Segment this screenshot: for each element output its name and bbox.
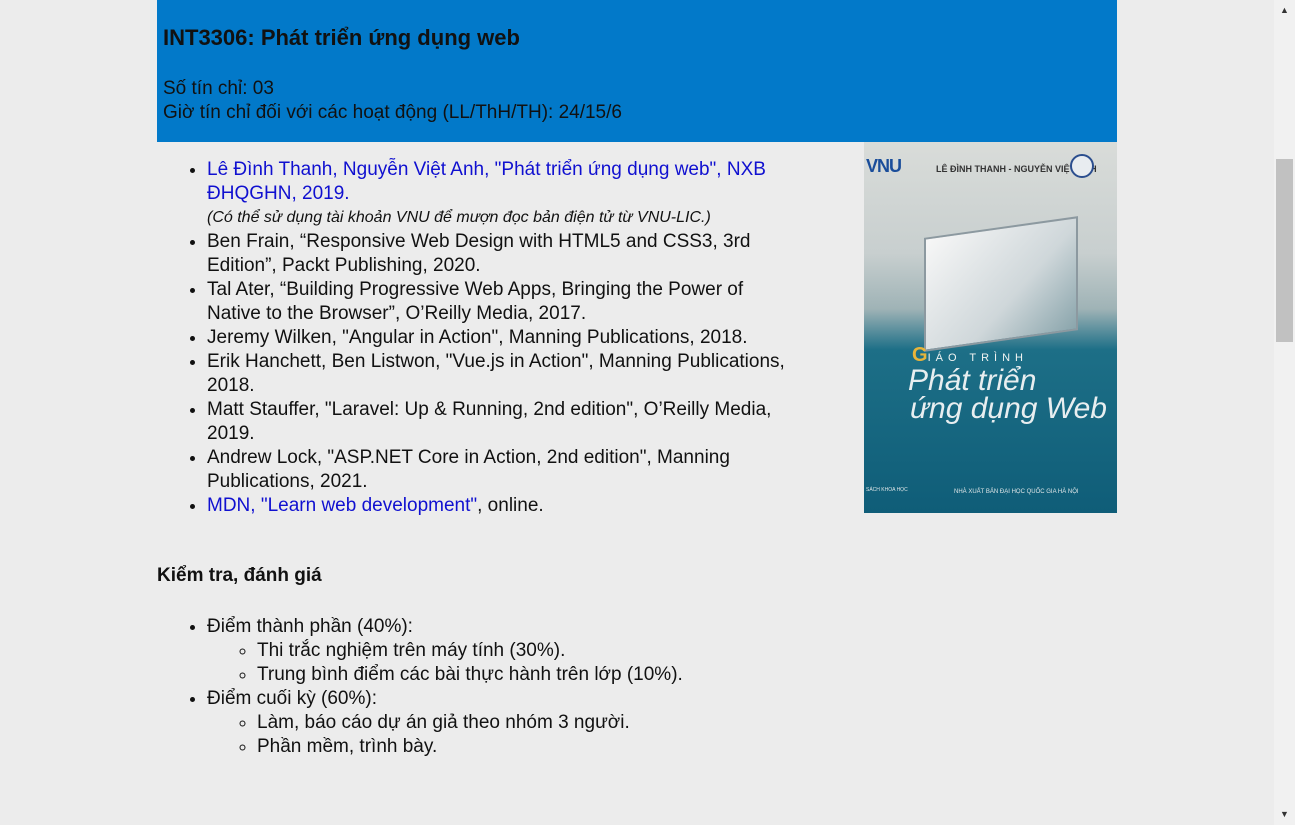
book-title-line2: ứng dụng Web — [910, 392, 1107, 425]
content: Lê Đình Thanh, Nguyễn Việt Anh, "Phát tr… — [157, 142, 1117, 757]
scroll-down-arrow-icon[interactable]: ▼ — [1274, 804, 1295, 825]
reference-link-mdn[interactable]: MDN, "Learn web development" — [207, 495, 477, 516]
assessment-list: Điểm thành phần (40%): Thi trắc nghiệm t… — [157, 615, 683, 759]
browser-windows-illustration — [924, 216, 1078, 352]
reference-list: Lê Đình Thanh, Nguyễn Việt Anh, "Phát tr… — [157, 142, 797, 518]
reference-item: Jeremy Wilken, "Angular in Action", Mann… — [207, 326, 797, 350]
assessment-subitem: Phần mềm, trình bày. — [257, 735, 683, 759]
assessment-item: Điểm thành phần (40%): Thi trắc nghiệm t… — [207, 615, 683, 687]
scroll-up-arrow-icon[interactable]: ▲ — [1274, 0, 1295, 21]
scrollbar-thumb[interactable] — [1276, 159, 1293, 342]
vertical-scrollbar[interactable]: ▲ ▼ — [1274, 0, 1295, 825]
assessment-item: Điểm cuối kỳ (60%): Làm, báo cáo dự án g… — [207, 687, 683, 759]
vnu-logo: VNU — [866, 156, 902, 176]
book-publisher: NHÀ XUẤT BẢN ĐẠI HỌC QUỐC GIA HÀ NỘI — [954, 489, 1079, 495]
reference-item: MDN, "Learn web development", online. — [207, 494, 797, 518]
book-cover-image: VNU LÊ ĐÌNH THANH - NGUYỄN VIỆT ANH GIÁO… — [864, 142, 1117, 513]
course-credits: Số tín chỉ: 03 — [163, 78, 274, 99]
reference-note: (Có thể sử dụng tài khoản VNU để mượn đọ… — [207, 209, 711, 226]
course-title: INT3306: Phát triển ứng dụng web — [163, 25, 520, 50]
assessment-item-label: Điểm thành phần (40%): — [207, 616, 413, 637]
assessment-sublist: Làm, báo cáo dự án giả theo nhóm 3 người… — [207, 711, 683, 759]
course-header: INT3306: Phát triển ứng dụng web Số tín … — [157, 0, 1117, 142]
assessment-subitem: Làm, báo cáo dự án giả theo nhóm 3 người… — [257, 711, 683, 735]
university-seal-icon — [1070, 154, 1094, 178]
assessment-subitem: Trung bình điểm các bài thực hành trên l… — [257, 663, 683, 687]
book-footer-left: SÁCH KHOA HỌC — [866, 487, 908, 493]
reference-link-textbook[interactable]: Lê Đình Thanh, Nguyễn Việt Anh, "Phát tr… — [207, 159, 766, 204]
reference-item: Lê Đình Thanh, Nguyễn Việt Anh, "Phát tr… — [207, 158, 797, 230]
page: INT3306: Phát triển ứng dụng web Số tín … — [157, 0, 1117, 757]
reference-item: Matt Stauffer, "Laravel: Up & Running, 2… — [207, 398, 797, 446]
reference-item: Andrew Lock, "ASP.NET Core in Action, 2n… — [207, 446, 797, 494]
reference-suffix: , online. — [477, 495, 544, 516]
course-hours: Giờ tín chỉ đối với các hoạt động (LL/Th… — [163, 102, 622, 123]
assessment-sublist: Thi trắc nghiệm trên máy tính (30%). Tru… — [207, 639, 683, 687]
assessment-subitem: Thi trắc nghiệm trên máy tính (30%). — [257, 639, 683, 663]
assessment-item-label: Điểm cuối kỳ (60%): — [207, 688, 377, 709]
reference-item: Ben Frain, “Responsive Web Design with H… — [207, 230, 797, 278]
viewport: INT3306: Phát triển ứng dụng web Số tín … — [0, 0, 1295, 825]
reference-item: Erik Hanchett, Ben Listwon, "Vue.js in A… — [207, 350, 797, 398]
assessment-heading: Kiểm tra, đánh giá — [157, 565, 322, 586]
reference-item: Tal Ater, “Building Progressive Web Apps… — [207, 278, 797, 326]
